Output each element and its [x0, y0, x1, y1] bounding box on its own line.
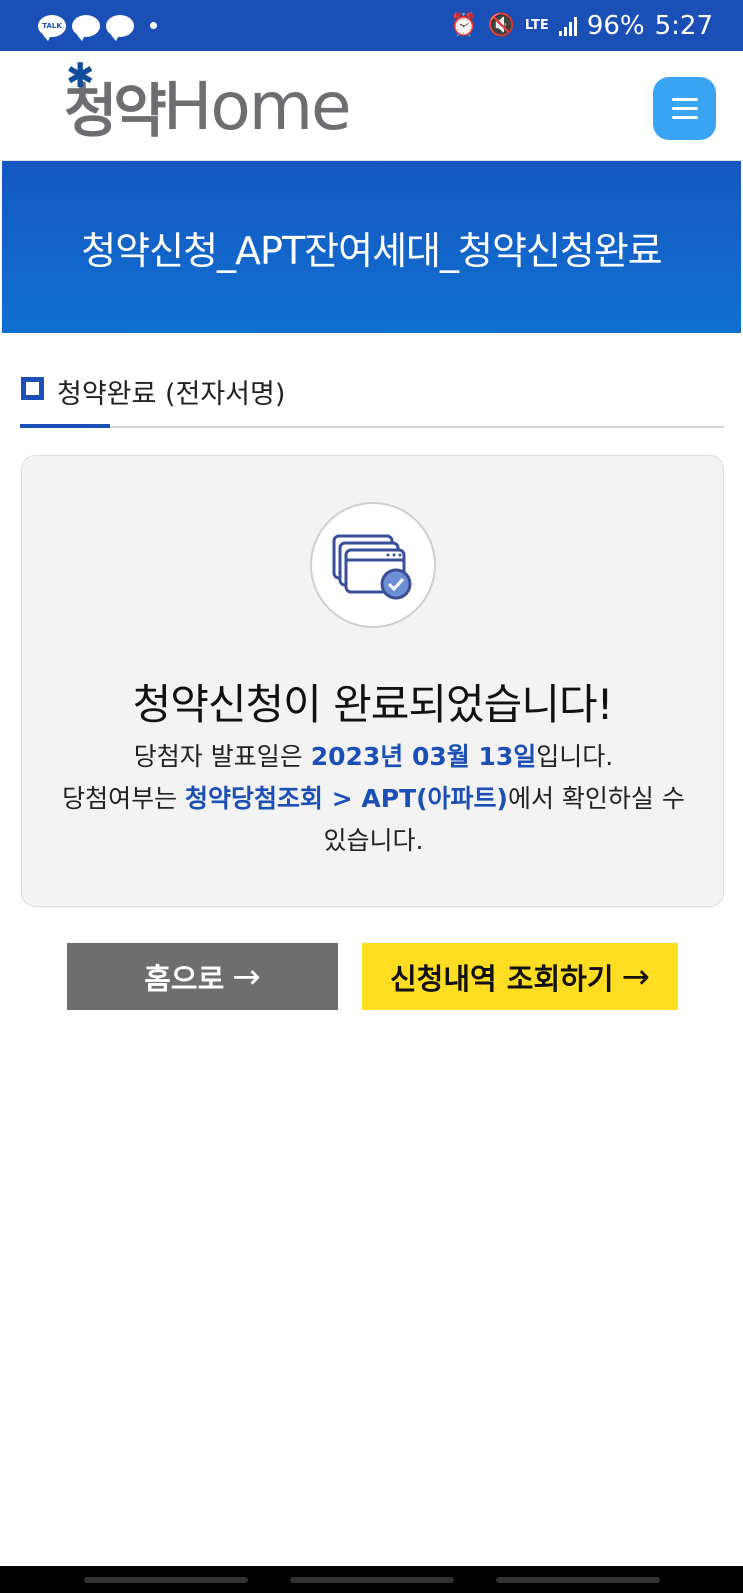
view-history-button[interactable]: 신청내역 조회하기 → [362, 943, 678, 1010]
section-header: 청약완료 (전자서명) [20, 368, 724, 428]
section-underline-accent [20, 424, 110, 428]
signal-icon [558, 16, 577, 36]
kakaotalk-icon: TALK [38, 14, 66, 41]
status-bar: TALK ⏰ 🔇 LTE 96% 5:27 [0, 0, 743, 51]
more-notifications-dot [150, 22, 157, 29]
system-nav-bar [0, 1566, 743, 1593]
app-header: ✱ 청약 Home [0, 51, 743, 161]
arrow-right-icon: → [621, 956, 651, 997]
announce-prefix: 당첨자 발표일은 [133, 742, 311, 771]
notification-icons: TALK [38, 14, 157, 41]
home-button-label: 홈으로 [144, 961, 225, 996]
home-button[interactable]: 홈으로 → [67, 943, 338, 1010]
nav-back-button[interactable] [495, 1576, 660, 1583]
logo-korean: ✱ 청약 [64, 56, 167, 145]
section-title: 청약완료 (전자서명) [57, 379, 286, 410]
announce-suffix: 입니다. [536, 742, 614, 771]
network-type: LTE [524, 18, 549, 33]
logo[interactable]: ✱ 청약 Home [64, 56, 352, 145]
talk-label: TALK [42, 21, 62, 30]
square-bullet-icon [21, 377, 44, 400]
arrow-right-icon: → [232, 956, 261, 997]
nav-recents-button[interactable] [83, 1576, 248, 1583]
hamburger-icon [671, 98, 698, 101]
completion-card: 청약신청이 완료되었습니다! 당첨자 발표일은 2023년 03월 13일입니다… [21, 455, 724, 907]
announce-date: 2023년 03월 13일 [310, 742, 537, 771]
clock: 5:27 [654, 10, 713, 41]
chat-bubble-icon [72, 14, 100, 41]
view-history-button-label: 신청내역 조회하기 [389, 961, 614, 996]
battery-level: 96% [586, 10, 645, 41]
completion-heading: 청약신청이 완료되었습니다! [132, 680, 614, 729]
check-prefix: 당첨여부는 [62, 784, 186, 813]
nav-home-button[interactable] [289, 1576, 454, 1583]
page-banner: 청약신청_APT잔여세대_청약신청완료 [2, 161, 741, 333]
system-status: ⏰ 🔇 LTE 96% 5:27 [450, 11, 713, 41]
alarm-icon: ⏰ [450, 13, 478, 38]
document-check-icon [310, 502, 436, 628]
chat-bubble-icon [106, 14, 134, 41]
menu-button[interactable] [653, 77, 716, 140]
check-path-link: 청약당첨조회 > APT(아파트) [185, 784, 508, 813]
completion-message: 당첨자 발표일은 2023년 03월 13일입니다. 당첨여부는 청약당첨조회 … [52, 736, 695, 862]
page-title: 청약신청_APT잔여세대_청약신청완료 [81, 228, 663, 273]
logo-english: Home [162, 67, 352, 145]
logo-star-icon: ✱ [66, 56, 94, 96]
mute-icon: 🔇 [487, 13, 515, 38]
